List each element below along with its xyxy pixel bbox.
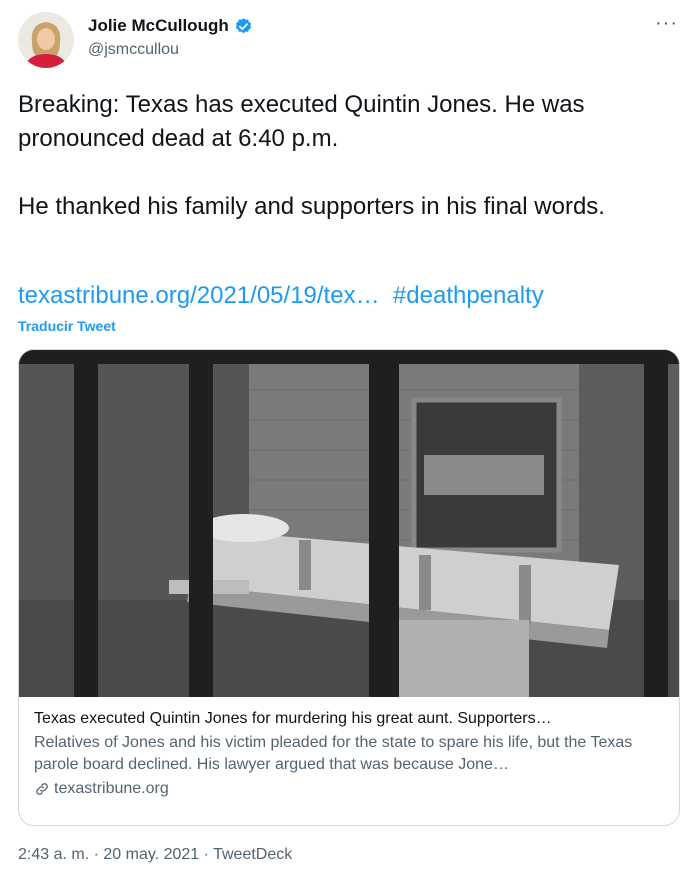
- tweet-source[interactable]: TweetDeck: [213, 846, 292, 863]
- hashtag-link[interactable]: #deathpenalty: [393, 282, 544, 309]
- card-image: [19, 350, 679, 697]
- link-preview-card[interactable]: Texas executed Quintin Jones for murderi…: [18, 349, 680, 826]
- link-icon: [36, 783, 48, 795]
- person-avatar-icon: [18, 12, 74, 68]
- tweet-text: Breaking: Texas has executed Quintin Jon…: [18, 91, 605, 220]
- article-link[interactable]: texastribune.org/2021/05/19/tex…: [18, 282, 380, 309]
- card-text: Texas executed Quintin Jones for murderi…: [34, 710, 664, 798]
- avatar[interactable]: [18, 12, 74, 68]
- author-handle[interactable]: @jsmccullou: [88, 41, 179, 59]
- tweet-metadata: 2:43 a. m. · 20 may. 2021 · TweetDeck: [18, 846, 292, 864]
- translate-tweet-link[interactable]: Traducir Tweet: [18, 318, 116, 334]
- more-options-icon[interactable]: ···: [655, 12, 678, 35]
- tweet-date[interactable]: 20 may. 2021: [103, 846, 199, 863]
- author-name[interactable]: Jolie McCullough: [88, 16, 229, 36]
- card-domain-row: texastribune.org: [34, 780, 664, 798]
- card-description: Relatives of Jones and his victim pleade…: [34, 734, 633, 773]
- meta-separator: ·: [203, 846, 209, 863]
- execution-chamber-photo-icon: [19, 350, 679, 697]
- author-name-row: Jolie McCullough: [88, 16, 253, 36]
- tweet-time[interactable]: 2:43 a. m.: [18, 846, 89, 863]
- tweet-links: texastribune.org/2021/05/19/tex… #deathp…: [18, 282, 544, 310]
- meta-separator: ·: [93, 846, 99, 863]
- card-title: Texas executed Quintin Jones for murderi…: [34, 710, 552, 727]
- verified-badge-icon: [235, 17, 251, 33]
- card-domain: texastribune.org: [54, 780, 169, 797]
